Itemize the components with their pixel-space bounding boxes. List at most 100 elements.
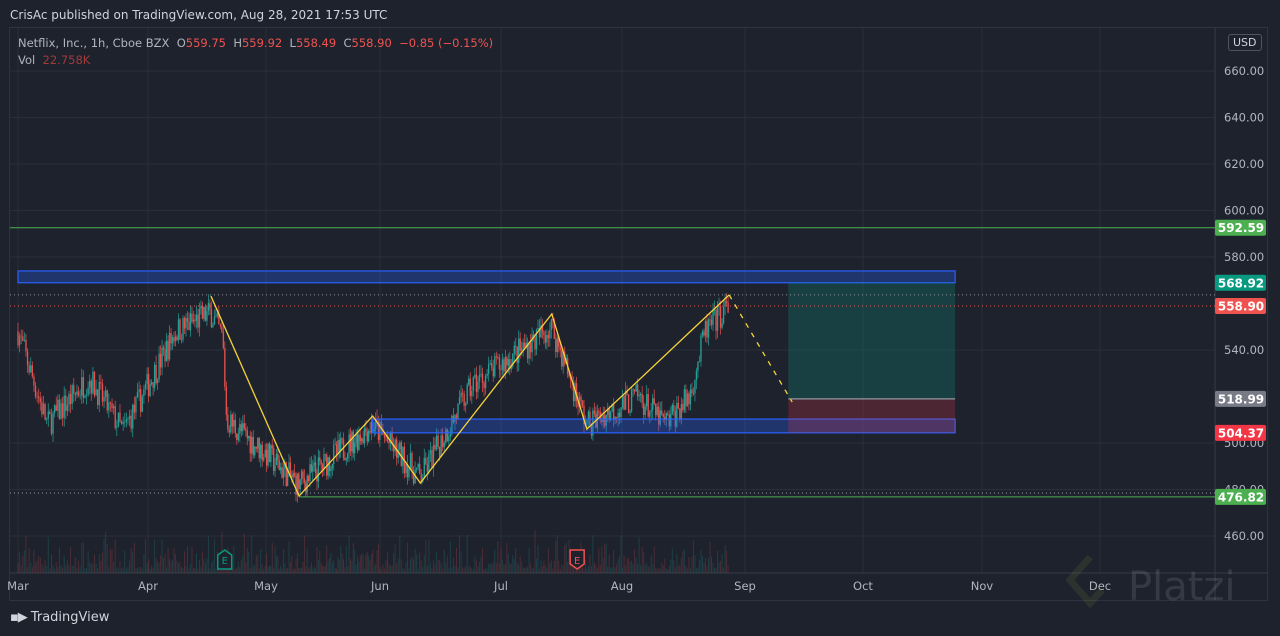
candle-body: [76, 391, 78, 395]
volume-bar: [373, 566, 375, 573]
candle-body: [90, 380, 93, 394]
candle-body: [722, 306, 725, 324]
volume-bar: [296, 553, 298, 573]
volume-bar: [610, 567, 612, 573]
candle-body: [709, 319, 711, 321]
volume-bar: [652, 564, 654, 573]
candle-body: [170, 332, 172, 344]
volume-bar: [206, 558, 208, 573]
candle-body: [719, 306, 722, 328]
y-tick-label: 600.00: [1224, 204, 1264, 218]
candle-body: [411, 453, 413, 472]
volume-bar: [706, 566, 708, 573]
candle-body: [697, 361, 699, 371]
y-tick-label: 620.00: [1224, 157, 1264, 171]
vol-label: Vol: [18, 53, 36, 67]
candle-body: [87, 387, 89, 395]
volume-bar: [326, 545, 328, 573]
volume-bar: [451, 567, 453, 573]
volume-bar: [634, 549, 636, 573]
candle-body: [22, 336, 24, 341]
candle-body: [268, 443, 271, 463]
volume-bar: [664, 558, 666, 573]
candle-body: [648, 411, 651, 417]
volume-bar: [540, 560, 542, 573]
volume-bar: [377, 544, 379, 573]
symbol-name[interactable]: Netflix, Inc., 1h, Cboe BZX: [18, 36, 169, 50]
x-tick-label: Oct: [853, 579, 873, 593]
plot-area: [10, 227, 1215, 573]
candle-body: [689, 389, 692, 405]
price-chart[interactable]: 660.00640.00620.00600.00580.00540.00500.…: [0, 0, 1280, 636]
volume-bar: [257, 554, 259, 573]
volume-bar: [365, 554, 367, 573]
volume-bar: [273, 567, 275, 573]
tradingview-logo[interactable]: ▪▶ TradingView: [10, 610, 109, 625]
volume-bar: [723, 567, 725, 573]
volume-bar: [709, 541, 711, 573]
volume-bar: [345, 545, 347, 573]
candle-body: [282, 468, 285, 478]
volume-bar: [396, 563, 398, 573]
volume-bar: [133, 542, 135, 573]
volume-bar: [347, 566, 349, 573]
volume-bar: [103, 539, 105, 573]
high-label: H: [233, 36, 242, 50]
candle-body: [281, 467, 283, 478]
candle-body: [108, 402, 110, 411]
candle-body: [642, 402, 645, 415]
volume-bar: [413, 559, 415, 573]
volume-bar: [268, 565, 270, 573]
candle-body: [155, 364, 157, 384]
volume-bar: [58, 547, 60, 573]
candle-body: [71, 385, 73, 404]
candle-body: [523, 342, 526, 348]
volume-bar: [695, 568, 697, 573]
volume-bar: [440, 562, 442, 573]
volume-bar: [62, 567, 64, 573]
candle-body: [248, 435, 250, 439]
candle-body: [408, 468, 410, 478]
volume-bar: [305, 566, 307, 573]
candle-body: [428, 453, 430, 472]
candle-body: [474, 374, 476, 377]
candle-body: [330, 468, 332, 472]
volume-bar: [184, 551, 186, 573]
volume-bar: [275, 555, 277, 573]
candle-body: [492, 367, 494, 377]
candle-body: [710, 319, 713, 325]
candle-body: [550, 319, 553, 330]
volume-bar: [698, 559, 700, 573]
volume-bar: [620, 535, 622, 573]
candle-body: [534, 337, 536, 350]
currency-button[interactable]: USD: [1228, 34, 1262, 51]
volume-bar: [57, 566, 59, 573]
candle-body: [647, 394, 649, 417]
volume-bar: [521, 561, 523, 573]
volume-bar: [47, 536, 49, 573]
candle-body: [28, 365, 30, 373]
candle-body: [695, 370, 698, 380]
candle-body: [249, 435, 251, 454]
candle-body: [96, 389, 99, 406]
candle-body: [20, 335, 22, 337]
volume-bar: [721, 554, 723, 573]
candle-body: [265, 449, 268, 466]
volume-bar: [160, 555, 162, 573]
candle-body: [347, 453, 349, 459]
volume-bar: [188, 567, 190, 573]
volume-bar: [478, 562, 480, 573]
volume-bar: [170, 561, 172, 573]
candle-body: [61, 403, 64, 418]
candle-body: [177, 319, 180, 341]
candle-body: [194, 319, 196, 321]
volume-bar: [659, 568, 661, 573]
volume-bar: [198, 559, 200, 573]
candle-body: [212, 324, 214, 327]
candle-body: [484, 375, 487, 388]
candle-body: [344, 457, 346, 461]
candle-body: [73, 385, 75, 394]
volume-bar: [316, 547, 318, 573]
candle-body: [335, 444, 338, 455]
volume-bar: [246, 548, 248, 573]
